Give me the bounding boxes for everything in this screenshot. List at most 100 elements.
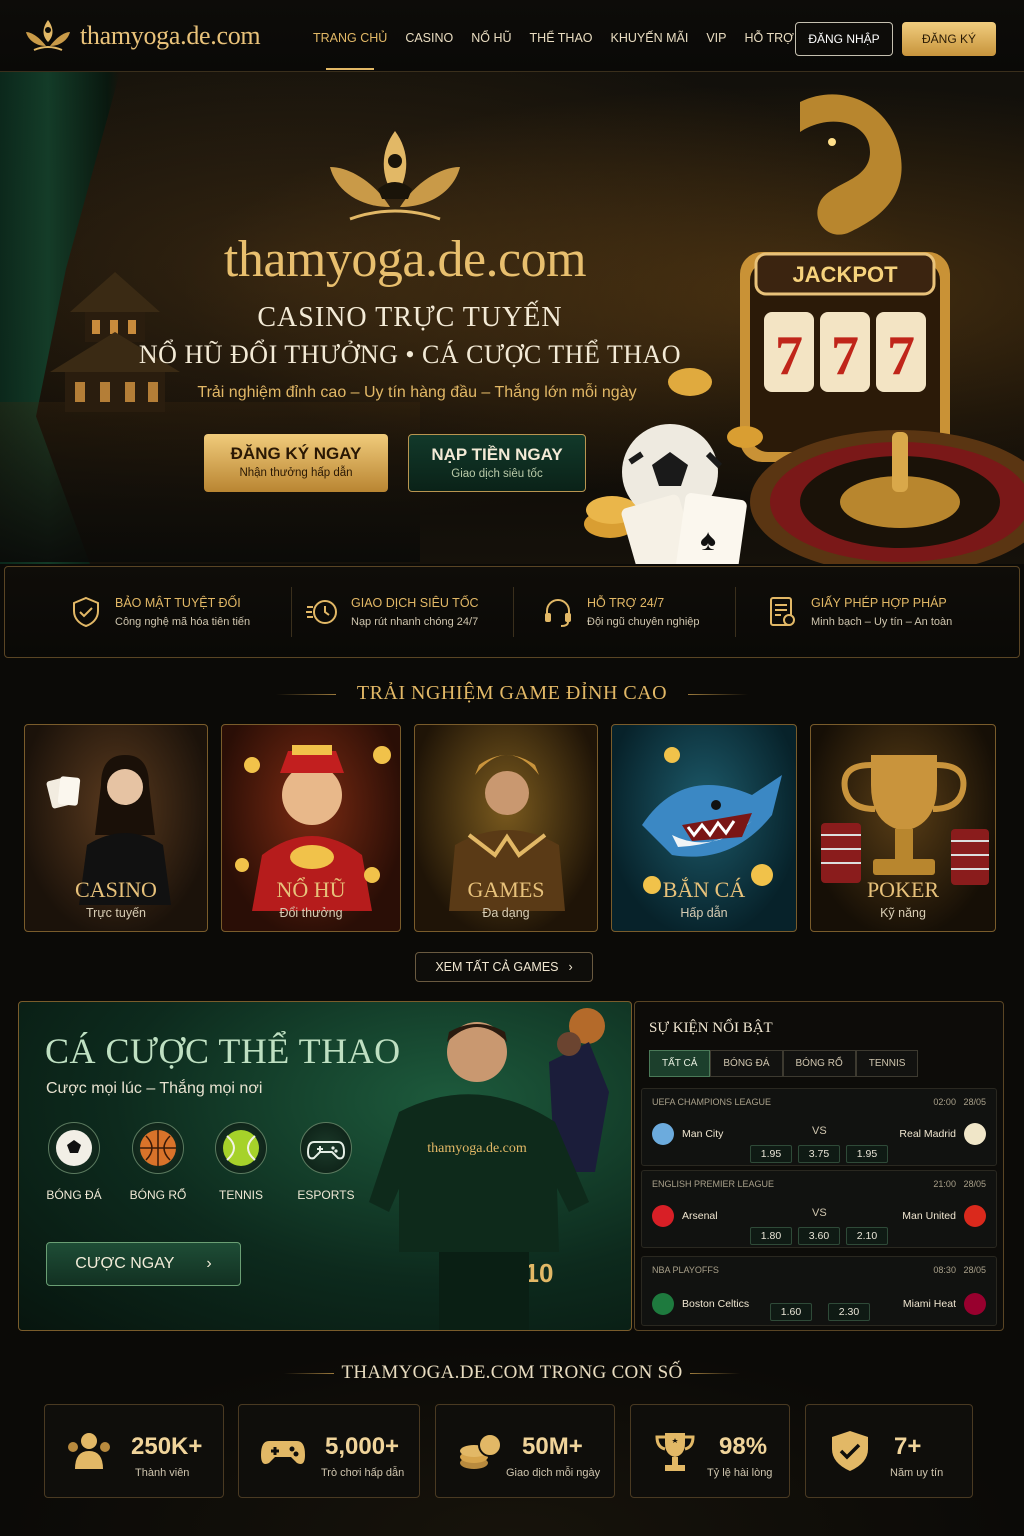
- see-all-games-button[interactable]: XEM TẤT CẢ GAMES ›: [415, 952, 593, 982]
- lotus-meditation-icon: [26, 20, 70, 51]
- match-row[interactable]: ENGLISH PREMIER LEAGUE 21:00 28/05 Arsen…: [641, 1170, 997, 1248]
- shield-check-icon: [832, 1431, 868, 1471]
- sport-label: TENNIS: [218, 1188, 263, 1202]
- menu-item-home[interactable]: TRANG CHỦ: [304, 28, 396, 70]
- feature-license: GIẤY PHÉP HỢP PHÁP Minh bạch – Uy tín – …: [765, 567, 952, 657]
- feature-desc: Công nghệ mã hóa tiên tiến: [115, 616, 251, 628]
- sport-tennis[interactable]: TENNIS: [206, 1122, 276, 1202]
- home-team-name: Boston Celtics: [682, 1298, 750, 1310]
- divider: [513, 587, 514, 637]
- odds-home[interactable]: 1.95: [750, 1145, 792, 1163]
- featured-events-panel: SỰ KIỆN NỔI BẬT TẤT CẢ BÓNG ĐÁ BÓNG RỔ T…: [634, 1001, 1004, 1331]
- bet-now-button[interactable]: CƯỢC NGAY ›: [46, 1242, 241, 1286]
- deposit-now-button[interactable]: NẠP TIỀN NGAY Giao dịch siêu tốc: [408, 434, 586, 492]
- chevron-right-icon: ›: [568, 960, 573, 974]
- league-name: NBA PLAYOFFS: [652, 1265, 719, 1275]
- tab-football[interactable]: BÓNG ĐÁ: [710, 1050, 783, 1077]
- away-team-name: Miami Heat: [902, 1298, 956, 1310]
- home-team-name: Man City: [682, 1128, 724, 1140]
- jackpot-label: JACKPOT: [792, 262, 898, 287]
- menu-item-casino[interactable]: CASINO: [396, 28, 462, 48]
- match-row[interactable]: UEFA CHAMPIONS LEAGUE 02:00 28/05 Man Ci…: [641, 1088, 997, 1166]
- basketball-icon: [132, 1122, 184, 1174]
- event-tabs: TẤT CẢ BÓNG ĐÁ BÓNG RỔ TENNIS: [649, 1050, 919, 1077]
- game-card-poker[interactable]: POKER Kỹ năng: [810, 724, 996, 932]
- license-icon: [770, 597, 795, 626]
- game-sub: Đa dạng: [482, 906, 530, 920]
- register-button[interactable]: ĐĂNG KÝ: [902, 22, 996, 56]
- see-all-games-label: XEM TẤT CẢ GAMES: [435, 960, 559, 974]
- stat-label: Giao dịch mỗi ngày: [506, 1467, 601, 1479]
- game-name: NỔ HŨ: [276, 877, 346, 902]
- tab-basketball[interactable]: BÓNG RỔ: [782, 1050, 856, 1077]
- feature-support: HỖ TRỢ 24/7 Đội ngũ chuyên nghiệp: [541, 567, 700, 657]
- celtics-logo-icon: [652, 1293, 674, 1315]
- tab-all[interactable]: TẤT CẢ: [649, 1050, 711, 1077]
- match-time: 08:30 28/05: [933, 1265, 986, 1275]
- feature-fast-transfer: GIAO DỊCH SIÊU TỐC Nạp rút nhanh chóng 2…: [305, 567, 479, 657]
- headset-icon: [545, 599, 571, 627]
- game-name: GAMES: [467, 877, 545, 902]
- sport-label: BÓNG RỔ: [129, 1188, 187, 1202]
- sport-basketball[interactable]: BÓNG RỔ: [123, 1122, 193, 1202]
- chevron-right-icon: ›: [206, 1255, 212, 1272]
- heat-logo-icon: [964, 1293, 986, 1315]
- svg-text:7: 7: [887, 325, 915, 387]
- game-card-fishing[interactable]: BẮN CÁ Hấp dẫn: [611, 724, 797, 932]
- man-city-crest-icon: [652, 1123, 674, 1145]
- menu-item-promotions[interactable]: KHUYẾN MÃI: [602, 28, 698, 48]
- match-row[interactable]: NBA PLAYOFFS 08:30 28/05 Boston Celtics …: [641, 1256, 997, 1326]
- feature-desc: Nạp rút nhanh chóng 24/7: [351, 616, 479, 628]
- sport-esports[interactable]: ESPORTS: [291, 1122, 361, 1202]
- top-nav: thamyoga.de.com TRANG CHỦ CASINO NỔ HŨ T…: [0, 0, 1024, 72]
- odds-away[interactable]: 1.95: [846, 1145, 888, 1163]
- match-time: 21:00 28/05: [933, 1179, 986, 1189]
- brand-logo[interactable]: thamyoga.de.com: [22, 16, 261, 56]
- odds-home[interactable]: 1.80: [750, 1227, 792, 1245]
- feature-desc: Minh bạch – Uy tín – An toàn: [811, 616, 953, 628]
- bet-now-label: CƯỢC NGAY: [75, 1255, 175, 1272]
- game-sub: Hấp dẫn: [680, 906, 728, 920]
- gamepad-icon: [300, 1122, 352, 1174]
- odds-away[interactable]: 2.30: [828, 1303, 870, 1321]
- users-icon: [68, 1433, 110, 1469]
- away-team: Miami Heat: [903, 1293, 986, 1315]
- trophy-icon: [655, 1433, 695, 1471]
- odds-draw[interactable]: 3.60: [798, 1227, 840, 1245]
- svg-text:7: 7: [831, 325, 859, 387]
- hero-banner: thamyoga.de.com CASINO TRỰC TUYẾN NỔ HŨ …: [0, 72, 1024, 564]
- tennis-ball-icon: [215, 1122, 267, 1174]
- register-now-button[interactable]: ĐĂNG KÝ NGAY Nhận thưởng hấp dẫn: [204, 434, 388, 492]
- register-now-sublabel: Nhận thưởng hấp dẫn: [239, 467, 353, 479]
- menu-item-sports[interactable]: THỂ THAO: [521, 28, 602, 48]
- feature-title: GIẤY PHÉP HỢP PHÁP: [811, 596, 947, 610]
- stat-satisfaction: 98% Tỷ lệ hài lòng: [630, 1404, 790, 1498]
- stat-value: 7+: [894, 1433, 922, 1460]
- tab-tennis[interactable]: TENNIS: [855, 1050, 919, 1077]
- menu-item-vip[interactable]: VIP: [697, 28, 735, 48]
- odds-draw[interactable]: 3.75: [798, 1145, 840, 1163]
- stat-value: 98%: [719, 1433, 768, 1460]
- game-card-slots[interactable]: NỔ HŨ Đổi thưởng: [221, 724, 401, 932]
- game-card-casino[interactable]: CASINO Trực tuyến: [24, 724, 208, 932]
- feature-bar: BẢO MẬT TUYỆT ĐỐI Công nghệ mã hóa tiên …: [4, 566, 1020, 658]
- stat-label: Trò chơi hấp dẫn: [321, 1467, 405, 1479]
- away-team: Real Madrid: [899, 1123, 986, 1145]
- feature-title: GIAO DỊCH SIÊU TỐC: [351, 596, 479, 610]
- coins-icon: [460, 1433, 502, 1469]
- odds-home[interactable]: 1.60: [770, 1303, 812, 1321]
- home-team: Boston Celtics: [652, 1293, 749, 1315]
- game-sub: Kỹ năng: [880, 906, 926, 920]
- home-team-name: Arsenal: [682, 1210, 718, 1222]
- away-team: Man United: [902, 1205, 986, 1227]
- games-section-title: TRẢI NGHIỆM GAME ĐỈNH CAO: [356, 682, 668, 704]
- away-team-name: Man United: [902, 1210, 956, 1222]
- feature-desc: Đội ngũ chuyên nghiệp: [587, 616, 700, 628]
- league-name: ENGLISH PREMIER LEAGUE: [652, 1179, 775, 1189]
- game-card-games[interactable]: GAMES Đa dạng: [414, 724, 598, 932]
- menu-item-support[interactable]: HỖ TRỢ: [735, 28, 802, 48]
- login-button[interactable]: ĐĂNG NHẬP: [795, 22, 893, 56]
- menu-item-slots[interactable]: NỔ HŨ: [462, 28, 520, 48]
- sport-football[interactable]: BÓNG ĐÁ: [39, 1122, 109, 1202]
- odds-away[interactable]: 2.10: [846, 1227, 888, 1245]
